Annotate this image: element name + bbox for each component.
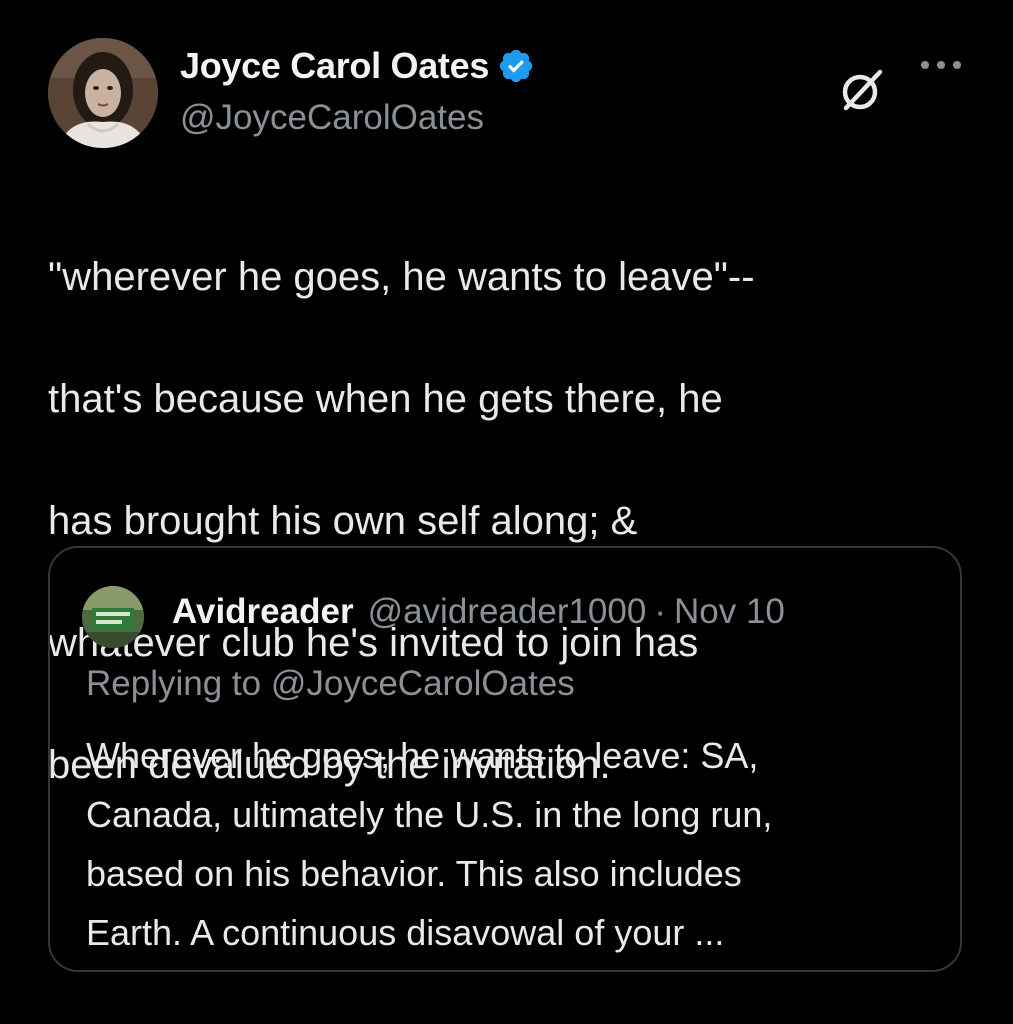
grok-icon[interactable] xyxy=(838,66,886,114)
verified-badge-icon xyxy=(497,47,535,85)
quoted-tweet-card[interactable]: Avidreader @avidreader1000 · Nov 10 Repl… xyxy=(48,546,962,972)
tweet-text-line: "wherever he goes, he wants to leave"-- xyxy=(48,255,755,299)
separator-dot: · xyxy=(654,592,666,631)
replying-to-label: Replying to @JoyceCarolOates xyxy=(86,664,575,703)
quote-text-line: based on his behavior. This also include… xyxy=(86,853,742,894)
tweet: Joyce Carol Oates @JoyceCarolOates "wher… xyxy=(0,0,1013,1024)
quote-text-line: Wherever he goes, he wants to leave: SA, xyxy=(86,735,759,776)
more-options-icon[interactable] xyxy=(918,58,964,72)
quote-date[interactable]: Nov 10 xyxy=(674,592,785,632)
quote-author-avatar[interactable] xyxy=(82,586,144,648)
author-name[interactable]: Joyce Carol Oates xyxy=(180,45,489,87)
tweet-text-line: has brought his own self along; & xyxy=(48,499,638,543)
quote-text-line: Canada, ultimately the U.S. in the long … xyxy=(86,794,773,835)
quote-header: Avidreader @avidreader1000 · Nov 10 xyxy=(172,592,785,632)
quote-author-handle[interactable]: @avidreader1000 xyxy=(368,592,647,632)
author-handle[interactable]: @JoyceCarolOates xyxy=(180,98,484,138)
author-name-row: Joyce Carol Oates xyxy=(180,42,535,90)
tweet-text-line: that's because when he gets there, he xyxy=(48,377,723,421)
author-avatar[interactable] xyxy=(48,38,158,148)
quote-text-line: Earth. A continuous disavowal of your ..… xyxy=(86,912,725,953)
quote-author-name[interactable]: Avidreader xyxy=(172,592,354,632)
quote-text: Wherever he goes, he wants to leave: SA,… xyxy=(86,726,936,962)
